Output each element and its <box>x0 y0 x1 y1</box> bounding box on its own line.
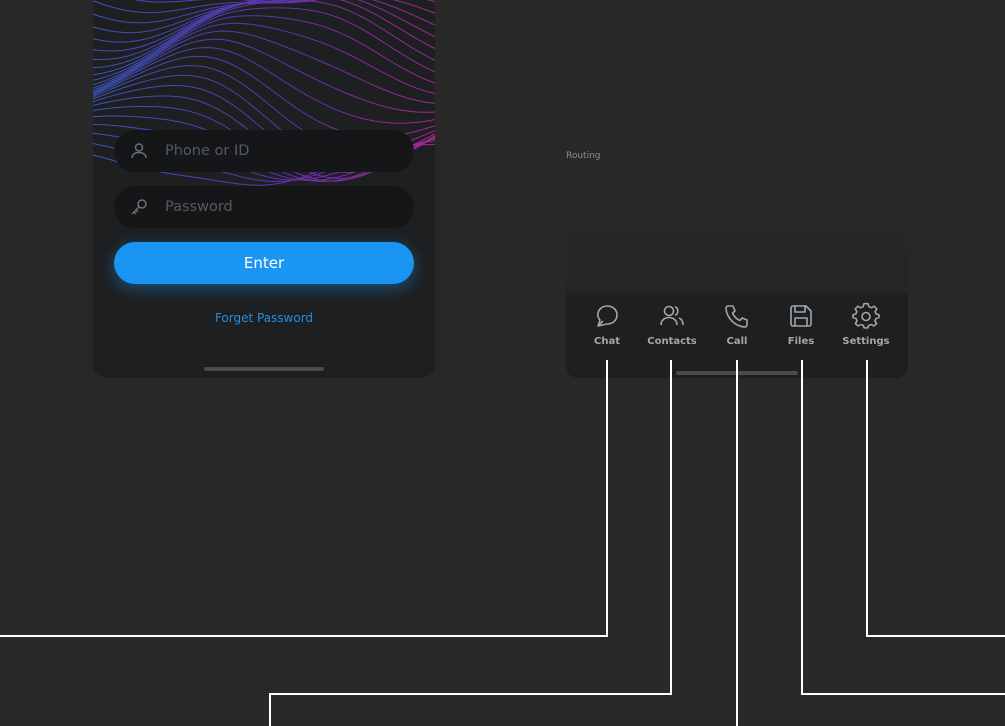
user-icon <box>129 141 149 161</box>
home-indicator <box>204 367 324 371</box>
password-input[interactable] <box>163 198 397 216</box>
wave-line <box>93 22 435 94</box>
files-icon <box>786 301 816 331</box>
enter-button[interactable]: Enter <box>114 242 414 284</box>
files-connector <box>801 360 1005 695</box>
contacts-icon <box>657 301 687 331</box>
home-indicator <box>676 371 798 375</box>
contacts-connector <box>269 360 672 726</box>
tab-settings[interactable]: Settings <box>834 301 898 347</box>
phone-input[interactable] <box>163 142 397 160</box>
key-icon <box>129 197 149 217</box>
chat-connector <box>0 360 608 637</box>
tab-files[interactable]: Files <box>769 301 833 347</box>
settings-connector <box>866 360 1005 637</box>
tab-contacts[interactable]: Contacts <box>640 301 704 347</box>
routing-card: Chat Contacts Call Files Settings <box>566 186 908 378</box>
screen-preview <box>566 186 908 293</box>
password-field[interactable] <box>114 186 414 228</box>
chat-icon <box>592 301 622 331</box>
routing-label: Routing <box>566 151 601 161</box>
tab-call-label: Call <box>726 336 748 347</box>
tab-bar: Chat Contacts Call Files Settings <box>566 293 908 378</box>
tab-chat[interactable]: Chat <box>575 301 639 347</box>
call-icon <box>722 301 752 331</box>
tab-call[interactable]: Call <box>705 301 769 347</box>
settings-icon <box>851 301 881 331</box>
forget-password-link[interactable]: Forget Password <box>93 311 435 325</box>
phone-field[interactable] <box>114 130 414 172</box>
wave-line <box>93 0 435 43</box>
tab-settings-label: Settings <box>842 336 890 347</box>
tab-contacts-label: Contacts <box>647 336 697 347</box>
login-card: Enter Forget Password <box>93 0 435 378</box>
tab-files-label: Files <box>787 336 815 347</box>
tab-chat-label: Chat <box>594 336 620 347</box>
